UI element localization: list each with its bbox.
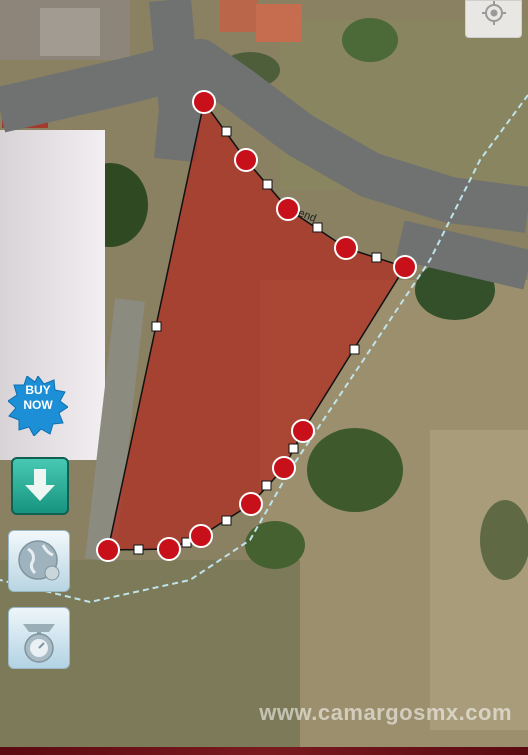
download-arrow-icon [25,469,55,501]
road-north [149,0,202,163]
scale-icon [23,624,55,663]
dry-lot [430,430,528,730]
midpoint-handle[interactable] [262,179,273,190]
vertex-marker[interactable] [189,524,213,548]
bush [480,500,528,580]
vertex-marker[interactable] [334,236,358,260]
crosshair-icon [482,1,506,25]
midpoint-handle[interactable] [288,443,299,454]
watermark: www.camargosmx.com [259,700,512,725]
bottom-bar [0,747,528,755]
vertex-marker[interactable] [96,538,120,562]
vertex-marker[interactable] [192,90,216,114]
download-button[interactable] [11,457,69,515]
buy-now-label[interactable]: BUY NOW [8,383,68,413]
palm [342,18,398,62]
midpoint-handle[interactable] [133,544,144,555]
roof-red [220,0,258,32]
map-layers-button[interactable] [8,530,70,592]
vertex-marker[interactable] [239,492,263,516]
area-measure-button[interactable] [8,607,70,669]
locate-button[interactable] [465,0,522,38]
midpoint-handle[interactable] [151,321,162,332]
vertex-marker[interactable] [272,456,296,480]
midpoint-handle[interactable] [371,252,382,263]
satellite-map[interactable] [0,0,528,755]
vertex-marker[interactable] [234,148,258,172]
midpoint-handle[interactable] [221,515,232,526]
tree [307,428,403,512]
midpoint-handle[interactable] [221,126,232,137]
tree [245,521,305,569]
vertex-marker[interactable] [157,537,181,561]
roof-red [256,4,302,42]
midpoint-handle[interactable] [312,222,323,233]
midpoint-handle[interactable] [261,480,272,491]
midpoint-handle[interactable] [349,344,360,355]
vertex-marker[interactable] [291,419,315,443]
vertex-marker[interactable] [393,255,417,279]
building [40,8,100,56]
globe-map-icon [18,540,60,581]
